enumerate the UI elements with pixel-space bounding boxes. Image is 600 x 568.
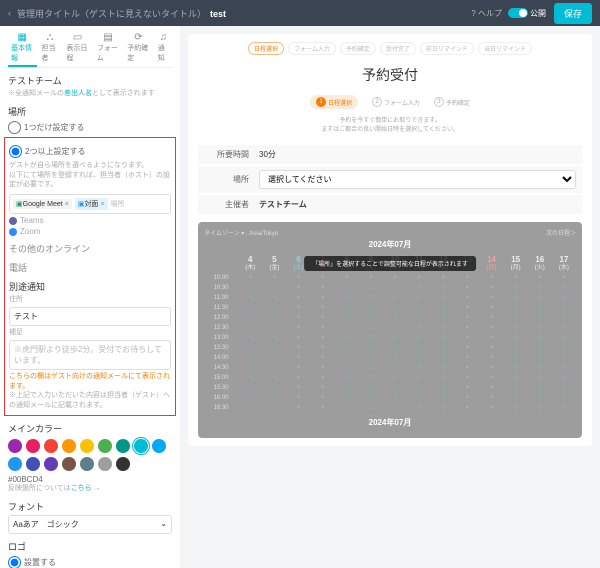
users-icon: ⛬ (46, 32, 53, 43)
pill-google-meet[interactable]: ▣ Google Meet× (13, 199, 72, 209)
calendar-dimmed: タイムゾーン ▾ : Asia/Tokyo次の日程＞ 2024年07月 4(木)… (198, 222, 582, 438)
loc-other-online[interactable]: その他のオンライン (9, 242, 171, 255)
color-swatch[interactable] (26, 439, 40, 453)
loc-opt-teams[interactable]: Teams (9, 216, 171, 225)
color-swatch[interactable] (26, 457, 40, 471)
progress-steps: 1日程選択 2フォーム入力 3予約確定 (198, 95, 582, 109)
extra-notify-label: 別途通知 (9, 280, 171, 293)
save-button[interactable]: 保存 (554, 3, 592, 24)
tab-dates[interactable]: ▭表示日程 (63, 30, 92, 67)
check-icon: ⟳ (134, 32, 142, 43)
color-swatch[interactable] (152, 439, 166, 453)
tab-confirm[interactable]: ⟳予約確定 (124, 30, 153, 67)
preview-pane: 日程選択 フォーム入力 予約確定 受付完了 前日リマインド 当日リマインド 予約… (180, 26, 600, 568)
place-select[interactable]: 選択してください (259, 170, 576, 189)
color-swatch[interactable] (116, 457, 130, 471)
location-placeholder: 場所 (111, 199, 125, 209)
color-swatch[interactable] (98, 439, 112, 453)
loc-opt-zoom[interactable]: Zoom (9, 227, 171, 236)
calendar-icon: ▭ (73, 32, 82, 43)
pill-inperson[interactable]: ▣ 対面× (75, 198, 108, 210)
note-input[interactable]: ※虎門駅より徒歩2分。受付でお待ちしています。 (9, 340, 171, 370)
note-warning: こちらの欄はゲスト向けの通知メールにて表示されます。 (9, 372, 171, 392)
teams-icon (9, 217, 17, 225)
color-swatch[interactable] (8, 439, 22, 453)
tab-basic[interactable]: ▦基本情報 (8, 30, 37, 67)
loc-phone[interactable]: 電話 (9, 261, 171, 274)
addr-input[interactable]: テスト (9, 307, 171, 326)
color-swatch[interactable] (116, 439, 130, 453)
info-host: 主催者テストチーム (198, 195, 582, 214)
note-hint2: ※上記で入力いただいた内容は担当者（ゲスト）への通知メールに記載されます。 (9, 391, 171, 411)
color-palette (8, 439, 172, 471)
logo-label: ロゴ (8, 540, 172, 553)
close-icon[interactable]: × (100, 201, 104, 208)
form-icon: ▤ (103, 32, 112, 43)
info-icon: ▦ (18, 32, 27, 43)
color-swatch[interactable] (134, 439, 148, 453)
help-link[interactable]: ? ヘルプ (471, 8, 502, 19)
zoom-icon (9, 228, 17, 236)
place-hint: ゲストが自ら場所を選べるようになります。以下にて場所を登録すれば、担当者（ホスト… (9, 161, 171, 190)
back-icon[interactable]: ‹ (8, 8, 11, 18)
info-duration: 所要時間30分 (198, 145, 582, 164)
chevron-down-icon: ⌄ (160, 519, 167, 530)
bell-icon: ♫ (160, 32, 168, 43)
page-title: 管理用タイトル（ゲストに見えないタイトル）test (17, 7, 226, 20)
place-label: 場所 (8, 105, 172, 118)
tab-form[interactable]: ▤フォーム (94, 30, 122, 67)
highlight-box: 2つ以上設定する ゲストが自ら場所を選べるようになります。以下にて場所を登録すれ… (4, 137, 176, 416)
calendar-month: 2024年07月 (204, 239, 576, 250)
color-swatch[interactable] (62, 457, 76, 471)
calendar-footer: 2024年07月 (204, 417, 576, 428)
color-swatch[interactable] (8, 457, 22, 471)
color-swatch[interactable] (80, 439, 94, 453)
color-value: #00BCD4 (8, 475, 172, 484)
team-name: テストチーム (8, 74, 172, 87)
place-radio-single[interactable]: 1つだけ設定する (8, 121, 172, 134)
tab-notify[interactable]: ♫通知 (155, 30, 172, 67)
preview-title: 予約受付 (198, 65, 582, 85)
color-label: メインカラー (8, 422, 172, 435)
info-place: 場所選択してください (198, 166, 582, 193)
logo-radio[interactable]: 設置する (8, 556, 172, 568)
place-radio-multi[interactable]: 2つ以上設定する (9, 145, 171, 158)
anti-hint: 反映箇所についてはこちら → (8, 484, 172, 494)
color-swatch[interactable] (98, 457, 112, 471)
font-select[interactable]: Aaあア ゴシック⌄ (8, 515, 172, 534)
settings-tabs: ▦基本情報 ⛬担当者 ▭表示日程 ▤フォーム ⟳予約確定 ♫通知 (8, 30, 172, 68)
tab-assignee[interactable]: ⛬担当者 (39, 30, 62, 67)
note-label: 補足 (9, 328, 171, 338)
color-swatch[interactable] (44, 439, 58, 453)
color-swatch[interactable] (80, 457, 94, 471)
team-hint: ※全通知メールの差出人名として表示されます (8, 89, 172, 99)
publish-toggle[interactable] (508, 8, 528, 18)
preview-top-steps: 日程選択 フォーム入力 予約確定 受付完了 前日リマインド 当日リマインド (198, 42, 582, 55)
addr-label: 住所 (9, 295, 171, 305)
sidebar: ▦基本情報 ⛬担当者 ▭表示日程 ▤フォーム ⟳予約確定 ♫通知 テストチーム … (0, 26, 180, 568)
color-swatch[interactable] (44, 457, 58, 471)
preview-note: 予約を今すぐ簡単にお取りできます。まずはご都合の良い開始日時を選択してください。 (198, 117, 582, 135)
calendar-banner: 「場所」を選択することで調整可能な日程が表示されます (304, 256, 476, 271)
location-select[interactable]: ▣ Google Meet× ▣ 対面× 場所 (9, 194, 171, 214)
font-label: フォント (8, 500, 172, 513)
color-swatch[interactable] (62, 439, 76, 453)
publish-label: 公開 (530, 8, 546, 19)
close-icon[interactable]: × (65, 201, 69, 208)
